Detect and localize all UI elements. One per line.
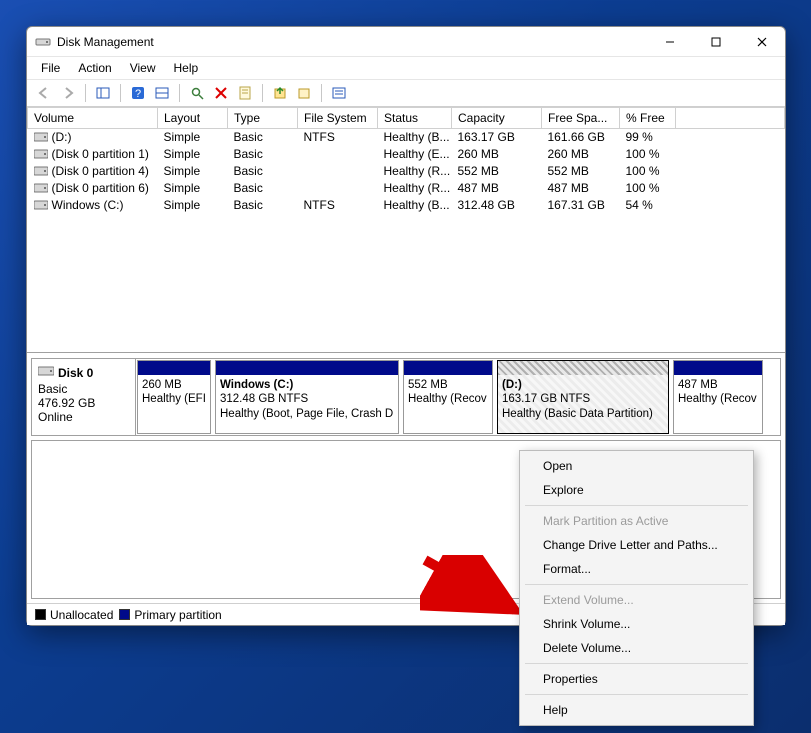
- menu-help[interactable]: Help: [523, 698, 750, 722]
- legend-unallocated: Unallocated: [35, 608, 113, 622]
- menu-shrink-volume[interactable]: Shrink Volume...: [523, 612, 750, 636]
- action-button-1[interactable]: [269, 82, 291, 104]
- properties-icon[interactable]: [234, 82, 256, 104]
- back-button[interactable]: [33, 82, 55, 104]
- action-button-2[interactable]: [293, 82, 315, 104]
- volume-icon: [34, 165, 48, 175]
- partition-header: [674, 361, 762, 375]
- partition-header: [498, 361, 668, 375]
- show-hide-console-tree-button[interactable]: [92, 82, 114, 104]
- menu-view[interactable]: View: [122, 58, 164, 78]
- volume-table: Volume Layout Type File System Status Ca…: [27, 107, 785, 214]
- menubar: File Action View Help: [27, 57, 785, 79]
- volume-icon: [34, 199, 48, 209]
- legend-primary: Primary partition: [119, 608, 221, 622]
- window-title: Disk Management: [57, 35, 647, 49]
- col-free[interactable]: Free Spa...: [542, 108, 620, 129]
- partition-header: [216, 361, 398, 375]
- volume-icon: [34, 182, 48, 192]
- table-row[interactable]: (Disk 0 partition 1)SimpleBasicHealthy (…: [28, 146, 785, 163]
- partition-context-menu: Open Explore Mark Partition as Active Ch…: [519, 450, 754, 726]
- disk-row: Disk 0 Basic 476.92 GB Online 260 MBHeal…: [31, 358, 781, 436]
- menu-mark-active: Mark Partition as Active: [523, 509, 750, 533]
- disk-name: Disk 0: [58, 366, 93, 380]
- forward-button[interactable]: [57, 82, 79, 104]
- table-row[interactable]: (Disk 0 partition 6)SimpleBasicHealthy (…: [28, 180, 785, 197]
- partition-body: 487 MBHealthy (Recov: [674, 375, 762, 433]
- partition-body: Windows (C:)312.48 GB NTFSHealthy (Boot,…: [216, 375, 398, 433]
- col-volume[interactable]: Volume: [28, 108, 158, 129]
- partition[interactable]: 552 MBHealthy (Recov: [403, 360, 493, 434]
- disk-type: Basic: [38, 382, 129, 396]
- col-filesystem[interactable]: File System: [298, 108, 378, 129]
- partition-body: (D:)163.17 GB NTFSHealthy (Basic Data Pa…: [498, 375, 668, 433]
- close-button[interactable]: [739, 27, 785, 57]
- menu-help[interactable]: Help: [166, 58, 207, 78]
- col-capacity[interactable]: Capacity: [452, 108, 542, 129]
- table-header-row: Volume Layout Type File System Status Ca…: [28, 108, 785, 129]
- partition-header: [138, 361, 210, 375]
- partition[interactable]: 260 MBHealthy (EFI: [137, 360, 211, 434]
- minimize-button[interactable]: [647, 27, 693, 57]
- menu-format[interactable]: Format...: [523, 557, 750, 581]
- table-row[interactable]: (Disk 0 partition 4)SimpleBasicHealthy (…: [28, 163, 785, 180]
- col-type[interactable]: Type: [228, 108, 298, 129]
- partition-header: [404, 361, 492, 375]
- help-button[interactable]: ?: [127, 82, 149, 104]
- table-row[interactable]: (D:)SimpleBasicNTFSHealthy (B...163.17 G…: [28, 129, 785, 146]
- menu-properties[interactable]: Properties: [523, 667, 750, 691]
- menu-extend-volume: Extend Volume...: [523, 588, 750, 612]
- svg-text:?: ?: [135, 88, 141, 100]
- col-status[interactable]: Status: [378, 108, 452, 129]
- partition[interactable]: (D:)163.17 GB NTFSHealthy (Basic Data Pa…: [497, 360, 669, 434]
- disk-size: 476.92 GB: [38, 396, 129, 410]
- menu-open[interactable]: Open: [523, 454, 750, 478]
- menu-change-letter[interactable]: Change Drive Letter and Paths...: [523, 533, 750, 557]
- col-layout[interactable]: Layout: [158, 108, 228, 129]
- menu-action[interactable]: Action: [70, 58, 119, 78]
- layout-button[interactable]: [151, 82, 173, 104]
- menu-explore[interactable]: Explore: [523, 478, 750, 502]
- col-blank[interactable]: [676, 108, 785, 129]
- partitions-container: 260 MBHealthy (EFIWindows (C:)312.48 GB …: [136, 359, 780, 435]
- volume-list-pane: Volume Layout Type File System Status Ca…: [27, 107, 785, 353]
- app-icon: [35, 34, 51, 50]
- partition-body: 552 MBHealthy (Recov: [404, 375, 492, 433]
- volume-icon: [34, 148, 48, 158]
- partition[interactable]: 487 MBHealthy (Recov: [673, 360, 763, 434]
- col-pctfree[interactable]: % Free: [620, 108, 676, 129]
- titlebar: Disk Management: [27, 27, 785, 57]
- menu-file[interactable]: File: [33, 58, 68, 78]
- toolbar: ?: [27, 79, 785, 107]
- disk-status: Online: [38, 410, 129, 424]
- disk-icon: [38, 365, 54, 380]
- list-button[interactable]: [328, 82, 350, 104]
- disk-info[interactable]: Disk 0 Basic 476.92 GB Online: [32, 359, 136, 435]
- table-row[interactable]: Windows (C:)SimpleBasicNTFSHealthy (B...…: [28, 197, 785, 214]
- delete-icon[interactable]: [210, 82, 232, 104]
- menu-delete-volume[interactable]: Delete Volume...: [523, 636, 750, 660]
- settings-button[interactable]: [186, 82, 208, 104]
- volume-icon: [34, 131, 48, 141]
- partition[interactable]: Windows (C:)312.48 GB NTFSHealthy (Boot,…: [215, 360, 399, 434]
- partition-body: 260 MBHealthy (EFI: [138, 375, 210, 433]
- maximize-button[interactable]: [693, 27, 739, 57]
